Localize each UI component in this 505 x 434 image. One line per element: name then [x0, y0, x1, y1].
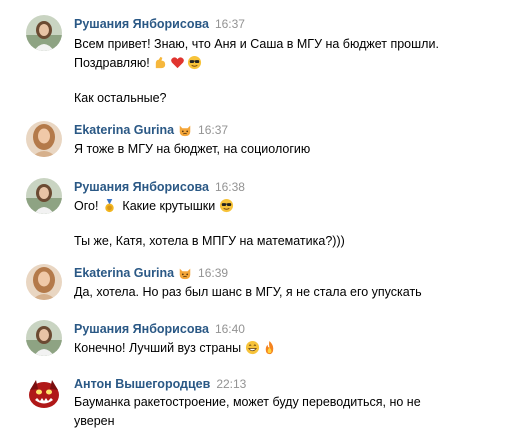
message-header: Рушания Янборисова 16:40: [74, 322, 245, 337]
text-line: Да, хотела. Но раз был шанс в МГУ, я не …: [74, 285, 422, 299]
text-line: Всем привет! Знаю, что Аня и Саша в МГУ …: [74, 37, 439, 51]
timestamp[interactable]: 16:40: [215, 322, 245, 336]
text-fragment: Поздравляю!: [74, 56, 150, 70]
text-line: Ты же, Катя, хотела в МПГУ на математика…: [74, 234, 345, 248]
sunglasses-emoji-icon: [187, 55, 202, 70]
text-line: Я тоже в МГУ на бюджет, на социологию: [74, 142, 311, 156]
cat-emoji-icon: [178, 266, 192, 280]
girl-photo-icon: [26, 320, 62, 356]
message-header: Рушания Янборисова 16:38: [74, 180, 245, 195]
grinning-emoji-icon: [245, 340, 260, 355]
fire-emoji-icon: [262, 340, 277, 355]
author-name[interactable]: Рушания Янборисова: [74, 17, 209, 31]
avatar[interactable]: [26, 376, 62, 412]
avatar[interactable]: [26, 320, 62, 356]
text-line: Бауманка ракетостроение, может буду пере…: [74, 395, 421, 409]
author-name[interactable]: Ekaterina Gurina: [74, 266, 174, 280]
text-fragment: Какие крутышки: [122, 199, 216, 213]
text-line: Поздравляю!: [74, 54, 494, 73]
message-text: Всем привет! Знаю, что Аня и Саша в МГУ …: [74, 35, 494, 108]
timestamp[interactable]: 22:13: [216, 377, 246, 391]
author-name[interactable]: Антон Вышегородцев: [74, 377, 210, 391]
avatar[interactable]: [26, 15, 62, 51]
author-name[interactable]: Рушания Янборисова: [74, 180, 209, 194]
timestamp[interactable]: 16:37: [215, 17, 245, 31]
timestamp[interactable]: 16:37: [198, 123, 228, 137]
message-text: Я тоже в МГУ на бюджет, на социологию: [74, 140, 494, 159]
timestamp[interactable]: 16:38: [215, 180, 245, 194]
author-name[interactable]: Рушания Янборисова: [74, 322, 209, 336]
cat-emoji-icon: [178, 123, 192, 137]
message-text: Да, хотела. Но раз был шанс в МГУ, я не …: [74, 283, 494, 302]
gold-medal-emoji-icon: [102, 198, 117, 213]
text-fragment: Ого!: [74, 199, 99, 213]
text-line: Как остальные?: [74, 91, 167, 105]
avatar[interactable]: [26, 121, 62, 157]
text-line: Конечно! Лучший вуз страны: [74, 339, 494, 358]
message-text: Ого! Какие крутышки Ты же, Катя, хотела …: [74, 197, 494, 251]
flexed-biceps-emoji-icon: [153, 55, 168, 70]
sunglasses-emoji-icon: [219, 198, 234, 213]
message-text: Конечно! Лучший вуз страны: [74, 339, 494, 358]
red-heart-emoji-icon: [170, 55, 185, 70]
avatar[interactable]: [26, 264, 62, 300]
red-monster-avatar-icon: [26, 376, 62, 412]
girl-photo-icon: [26, 15, 62, 51]
timestamp[interactable]: 16:39: [198, 266, 228, 280]
author-name[interactable]: Ekaterina Gurina: [74, 123, 174, 137]
message-header: Антон Вышегородцев 22:13: [74, 377, 246, 392]
message-header: Рушания Янборисова 16:37: [74, 17, 245, 32]
avatar[interactable]: [26, 178, 62, 214]
text-line: уверен: [74, 414, 115, 428]
message-header: Ekaterina Gurina 16:37: [74, 123, 228, 138]
text-fragment: Конечно! Лучший вуз страны: [74, 341, 242, 355]
woman-photo-icon: [26, 121, 62, 157]
message-header: Ekaterina Gurina 16:39: [74, 266, 228, 281]
text-line: Ого! Какие крутышки: [74, 197, 494, 216]
woman-photo-icon: [26, 264, 62, 300]
girl-photo-icon: [26, 178, 62, 214]
message-text: Бауманка ракетостроение, может буду пере…: [74, 393, 494, 431]
